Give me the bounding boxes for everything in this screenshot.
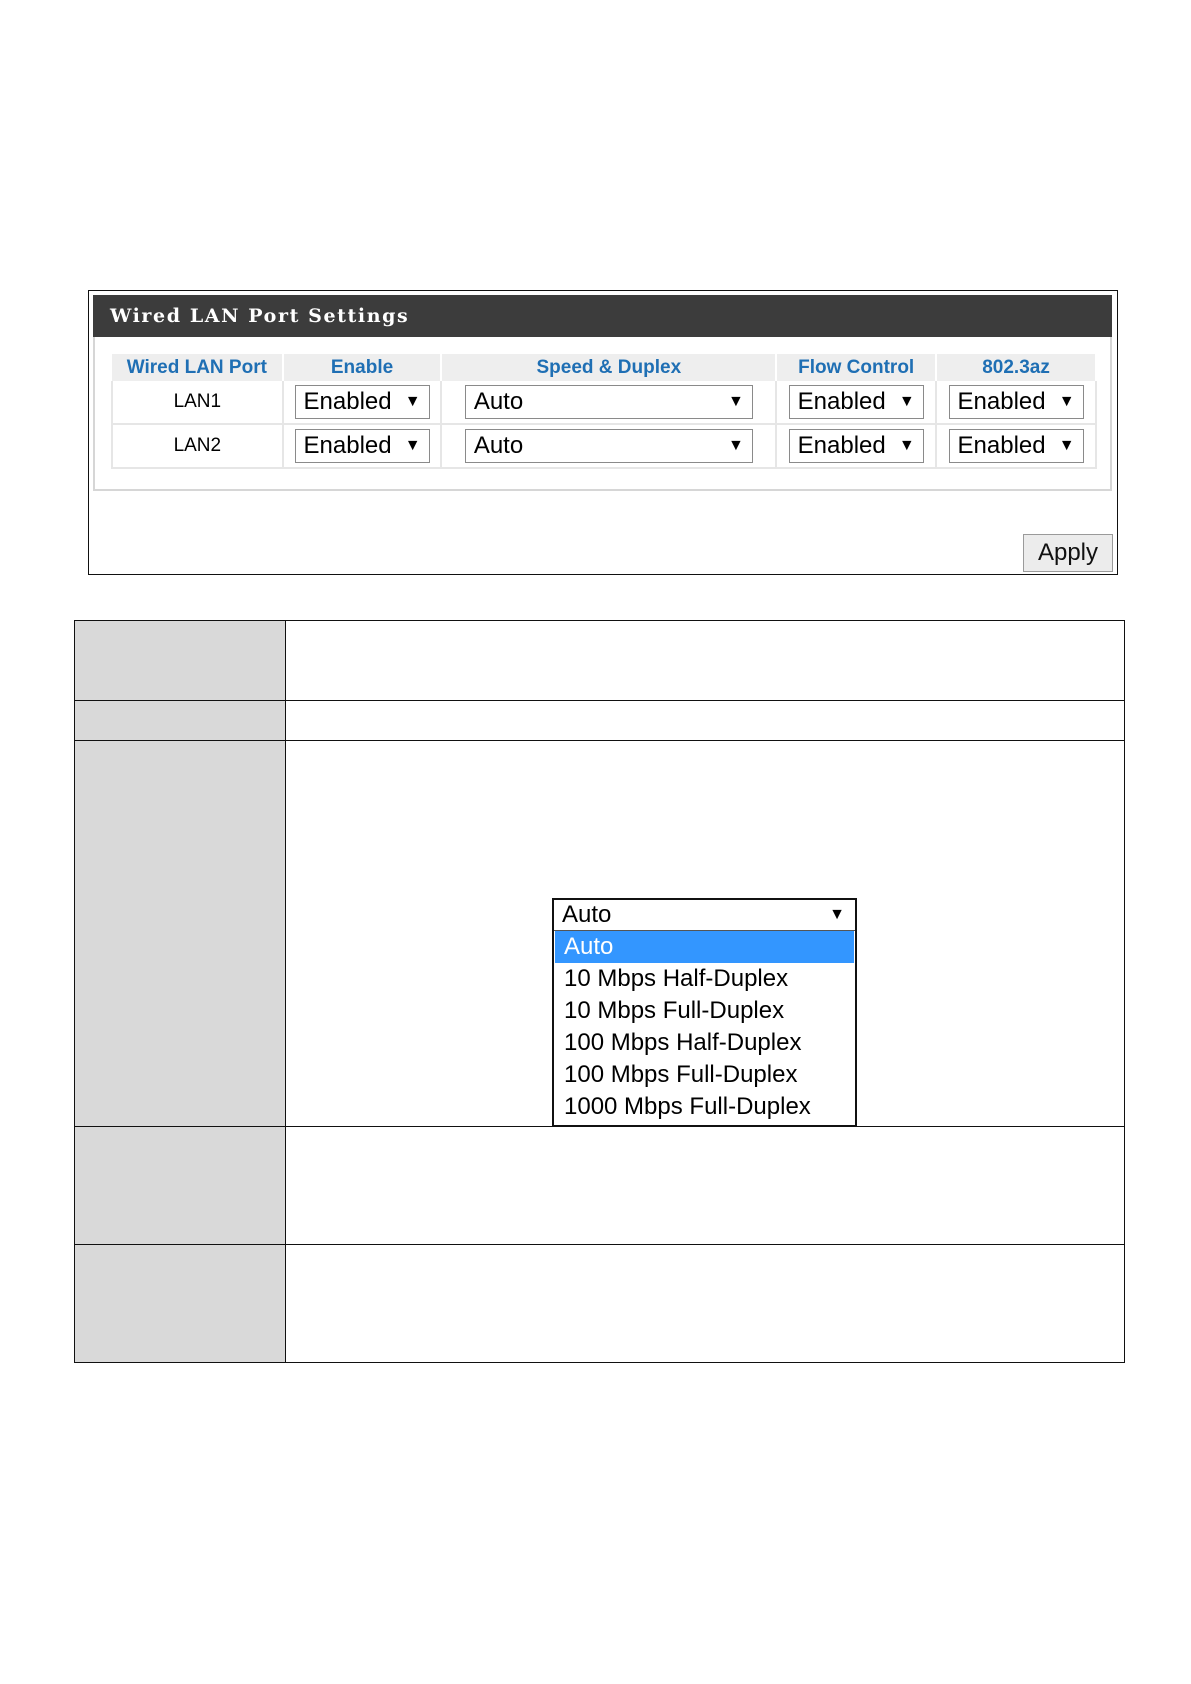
lan2-enable-select[interactable]: Enabled ▼ bbox=[294, 429, 430, 463]
select-value: Enabled bbox=[957, 388, 1046, 415]
table-row-lan2: LAN2 Enabled ▼ Auto ▼ Enabled ▼ Enabled … bbox=[111, 424, 1097, 469]
description-label-cell bbox=[74, 700, 286, 741]
port-name-lan2: LAN2 bbox=[111, 424, 284, 469]
chevron-down-icon: ▼ bbox=[898, 393, 915, 410]
chevron-down-icon: ▼ bbox=[727, 437, 744, 454]
dropdown-option-10-half[interactable]: 10 Mbps Half-Duplex bbox=[555, 963, 854, 995]
panel-title: Wired LAN Port Settings bbox=[93, 295, 1112, 337]
chevron-down-icon: ▼ bbox=[829, 906, 845, 923]
chevron-down-icon: ▼ bbox=[727, 393, 744, 410]
dropdown-option-10-full[interactable]: 10 Mbps Full-Duplex bbox=[555, 995, 854, 1027]
speed-duplex-dropdown[interactable]: Auto ▼ Auto 10 Mbps Half-Duplex 10 Mbps … bbox=[552, 898, 857, 1127]
port-name-lan1: LAN1 bbox=[111, 381, 284, 425]
lan1-speed-duplex-select[interactable]: Auto ▼ bbox=[464, 385, 753, 419]
dropdown-option-auto[interactable]: Auto bbox=[555, 931, 854, 963]
column-header-802-3az: 802.3az bbox=[936, 354, 1097, 381]
lan1-802-3az-select[interactable]: Enabled ▼ bbox=[948, 385, 1084, 419]
chevron-down-icon: ▼ bbox=[1058, 393, 1075, 410]
dropdown-option-100-full[interactable]: 100 Mbps Full-Duplex bbox=[555, 1059, 854, 1091]
table-row-lan1: LAN1 Enabled ▼ Auto ▼ Enabled ▼ Enabled … bbox=[111, 381, 1097, 425]
chevron-down-icon: ▼ bbox=[404, 393, 421, 410]
column-header-port: Wired LAN Port bbox=[112, 354, 284, 381]
dropdown-option-1000-full[interactable]: 1000 Mbps Full-Duplex bbox=[555, 1091, 854, 1123]
select-value: Enabled bbox=[797, 432, 886, 459]
select-value: Enabled bbox=[303, 388, 392, 415]
description-row bbox=[74, 1244, 1125, 1363]
description-row bbox=[74, 620, 1125, 701]
select-value: Enabled bbox=[303, 432, 392, 459]
select-value: Auto bbox=[473, 432, 524, 459]
description-label-cell bbox=[74, 1126, 286, 1245]
description-text-cell bbox=[285, 620, 1125, 701]
dropdown-current-value[interactable]: Auto ▼ bbox=[554, 900, 855, 931]
lan1-enable-select[interactable]: Enabled ▼ bbox=[294, 385, 430, 419]
description-text-cell bbox=[285, 1244, 1125, 1363]
panel-body: Wired LAN Port Enable Speed & Duplex Flo… bbox=[93, 337, 1112, 491]
description-text-cell bbox=[285, 1126, 1125, 1245]
chevron-down-icon: ▼ bbox=[404, 437, 421, 454]
chevron-down-icon: ▼ bbox=[898, 437, 915, 454]
description-label-cell bbox=[74, 620, 286, 701]
description-row bbox=[74, 700, 1125, 741]
column-header-enable: Enable bbox=[282, 354, 443, 381]
dropdown-options: Auto 10 Mbps Half-Duplex 10 Mbps Full-Du… bbox=[554, 931, 855, 1125]
table-header-row: Wired LAN Port Enable Speed & Duplex Flo… bbox=[112, 354, 1097, 381]
column-header-speed-duplex: Speed & Duplex bbox=[441, 354, 778, 381]
column-header-flow-control: Flow Control bbox=[776, 354, 938, 381]
description-row bbox=[74, 1126, 1125, 1245]
lan2-flow-control-select[interactable]: Enabled ▼ bbox=[788, 429, 924, 463]
description-label-cell bbox=[74, 740, 286, 1127]
chevron-down-icon: ▼ bbox=[1058, 437, 1075, 454]
select-value: Enabled bbox=[797, 388, 886, 415]
select-value: Auto bbox=[473, 388, 524, 415]
dropdown-option-100-half[interactable]: 100 Mbps Half-Duplex bbox=[555, 1027, 854, 1059]
lan2-speed-duplex-select[interactable]: Auto ▼ bbox=[464, 429, 753, 463]
port-settings-table: Wired LAN Port Enable Speed & Duplex Flo… bbox=[111, 354, 1097, 469]
dropdown-current-label: Auto bbox=[562, 901, 612, 928]
lan2-802-3az-select[interactable]: Enabled ▼ bbox=[948, 429, 1084, 463]
description-label-cell bbox=[74, 1244, 286, 1363]
description-text-cell bbox=[285, 700, 1125, 741]
apply-button[interactable]: Apply bbox=[1023, 534, 1113, 572]
wired-lan-port-settings-panel: Wired LAN Port Settings Wired LAN Port E… bbox=[88, 290, 1118, 575]
select-value: Enabled bbox=[957, 432, 1046, 459]
lan1-flow-control-select[interactable]: Enabled ▼ bbox=[788, 385, 924, 419]
